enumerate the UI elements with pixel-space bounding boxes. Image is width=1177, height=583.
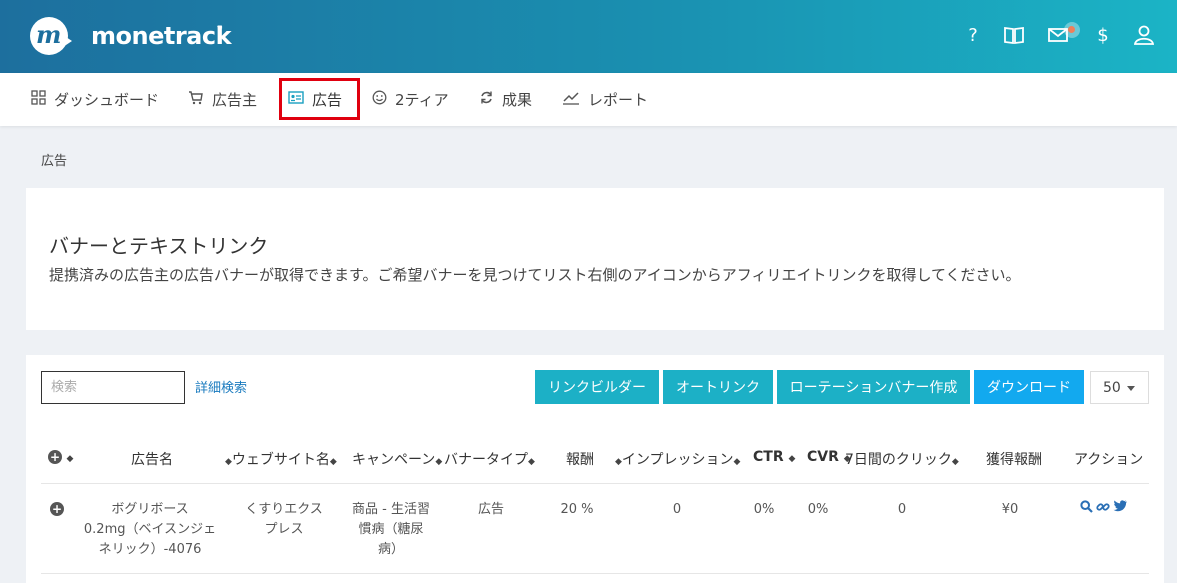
cell-ctr: 0% <box>753 502 775 517</box>
page-description: 提携済みの広告主の広告バナーが取得できます。ご希望バナーを見つけてリスト右側のア… <box>49 266 1021 284</box>
advanced-search-link[interactable]: 詳細検索 <box>195 377 247 396</box>
rotation-banner-button[interactable]: ローテーションバナー作成 <box>777 370 970 404</box>
cell-earned: ¥0 <box>1001 502 1019 517</box>
row-divider <box>41 573 1149 574</box>
caret-down-icon <box>1127 386 1135 391</box>
cell-campaign-line: 商品 - 生活習 <box>352 502 430 517</box>
cell-cvr: 0% <box>807 502 829 517</box>
cell-website-line: プレス <box>264 522 304 537</box>
nav-advertisers[interactable]: 広告主 <box>188 73 257 126</box>
th-banner-type-label: バナータイプ <box>444 452 528 468</box>
link-builder-button[interactable]: リンクビルダー <box>535 370 659 404</box>
plus-circle-icon: + <box>50 502 64 516</box>
nav-dashboard-label: ダッシュボード <box>54 91 160 109</box>
th-clicks-7days[interactable]: 7日間のクリック◆ <box>845 449 959 469</box>
search-icon[interactable] <box>1080 500 1093 517</box>
per-page-value: 50 <box>1103 379 1121 396</box>
th-website[interactable]: ◆ウェブサイト名◆ <box>225 449 337 469</box>
nav-results[interactable]: 成果 <box>479 73 532 126</box>
nav-tier2-label: 2ティア <box>395 91 449 109</box>
link-icon[interactable] <box>1096 500 1110 518</box>
th-campaign-label: キャンペーン <box>352 452 436 468</box>
auto-link-button[interactable]: オートリンク <box>663 370 773 404</box>
th-action: アクション <box>1074 452 1144 468</box>
cell-ad-name-line: 0.2mg（ベイスンジェ <box>83 522 217 537</box>
cell-campaign-line: 病） <box>377 542 404 557</box>
cell-ad-name-line: ボグリボース <box>111 502 189 517</box>
user-icon[interactable] <box>1131 22 1157 48</box>
per-page-select[interactable]: 50 <box>1090 371 1149 404</box>
smile-icon <box>372 90 387 109</box>
th-impressions-label: インプレッション <box>621 452 734 468</box>
refresh-icon <box>479 90 494 109</box>
brand-name[interactable]: monetrack <box>91 22 232 50</box>
search-input[interactable] <box>41 371 185 404</box>
cell-impressions: 0 <box>672 502 682 517</box>
header-divider <box>41 483 1149 484</box>
brand-trademark: ™ <box>216 25 224 34</box>
th-earned[interactable]: 獲得報酬 <box>986 449 1042 469</box>
th-impressions[interactable]: ◆インプレッション◆ <box>615 449 740 469</box>
cell-clicks-7days: 0 <box>897 502 907 517</box>
page-title: バナーとテキストリンク <box>49 234 269 258</box>
sort-icon: ◆ <box>733 457 741 467</box>
sort-icon: ◆ <box>329 457 337 467</box>
logo-mark-letter: m <box>36 20 62 49</box>
twitter-icon[interactable] <box>1113 500 1127 516</box>
nav-report-label: レポート <box>588 91 649 109</box>
sort-icon: ◆ <box>615 457 622 467</box>
help-icon[interactable]: ? <box>960 22 986 48</box>
sort-icon: ◆ <box>788 454 796 464</box>
notification-dot <box>1064 22 1080 38</box>
th-website-label: ウェブサイト名 <box>231 452 330 468</box>
logo-arrow-icon <box>63 35 72 47</box>
cell-website: くすりエクス プレス <box>236 500 332 540</box>
book-icon[interactable] <box>1001 22 1027 48</box>
row-expand-toggle[interactable]: + <box>50 500 64 520</box>
nav-report[interactable]: レポート <box>562 73 648 126</box>
nav-dashboard[interactable]: ダッシュボード <box>31 73 159 126</box>
cell-ad-name-line: ネリック）-4076 <box>98 542 202 557</box>
th-cvr-label: CVR <box>807 449 839 465</box>
cell-campaign: 商品 - 生活習 慣病（糖尿 病） <box>343 500 439 560</box>
th-banner-type[interactable]: バナータイプ◆ <box>444 449 535 469</box>
download-button[interactable]: ダウンロード <box>974 370 1084 404</box>
line-chart-icon <box>562 91 580 109</box>
nav-results-label: 成果 <box>502 91 533 109</box>
top-bar: m monetrack ™ ? $ <box>0 0 1177 73</box>
sort-icon: ◆ <box>225 457 232 467</box>
th-ctr[interactable]: CTR ◆ <box>753 449 795 465</box>
th-reward[interactable]: 報酬 <box>566 449 594 469</box>
sort-icon: ◆ <box>951 457 959 467</box>
intro-card: バナーとテキストリンク 提携済みの広告主の広告バナーが取得できます。ご希望バナー… <box>26 188 1164 330</box>
dollar-icon[interactable]: $ <box>1090 22 1116 48</box>
expand-all-header[interactable]: + ◆ <box>48 449 73 465</box>
th-campaign[interactable]: キャンペーン◆ <box>352 449 442 469</box>
nav-advertisers-label: 広告主 <box>212 91 258 109</box>
cell-campaign-line: 慣病（糖尿 <box>358 522 424 537</box>
cell-ad-name[interactable]: ボグリボース 0.2mg（ベイスンジェ ネリック）-4076 <box>77 500 223 560</box>
cell-reward: 20 % <box>560 502 594 517</box>
main-nav: ダッシュボード 広告主 広告 2ティア 成果 レポート <box>0 73 1177 126</box>
th-clicks-7days-label: 7日間のクリック <box>845 452 952 468</box>
nav-tier2[interactable]: 2ティア <box>372 73 449 126</box>
sort-icon: ◆ <box>528 457 535 467</box>
active-nav-highlight <box>279 78 360 120</box>
cell-banner-type: 広告 <box>477 502 504 517</box>
th-ad-name[interactable]: 広告名 <box>131 449 173 469</box>
cell-website-line: くすりエクス <box>245 502 323 517</box>
plus-circle-icon: + <box>48 450 62 464</box>
sort-icon: ◆ <box>435 457 443 467</box>
sort-icon: ◆ <box>66 454 74 464</box>
cart-icon <box>188 90 204 109</box>
breadcrumb: 広告 <box>41 154 68 169</box>
grid-icon <box>31 90 46 109</box>
th-ctr-label: CTR <box>753 449 784 465</box>
